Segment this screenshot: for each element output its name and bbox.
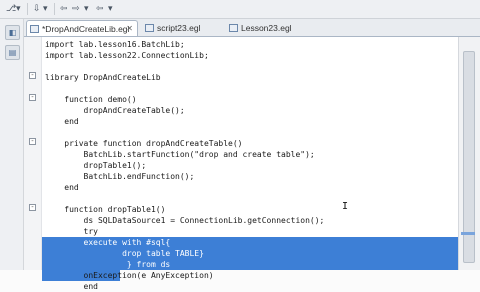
code-line[interactable]: end [42,281,458,292]
code-line[interactable] [42,193,458,204]
download-dropdown-icon[interactable]: ▾ [43,3,48,15]
code-line[interactable]: BatchLib.endFunction(); [42,171,458,182]
fold-toggle-icon[interactable]: - [29,138,36,145]
left-view-strip: ◧ ▤ [0,19,24,270]
code-line[interactable] [42,61,458,72]
history-back-icon[interactable]: ⇦ [96,3,104,15]
code-line[interactable]: import lab.lesson16.BatchLib; [42,39,458,50]
egl-file-icon [145,24,154,32]
download-icon[interactable]: ⇩ [33,3,41,15]
fold-toggle-icon[interactable]: - [29,94,36,101]
tab-lesson23[interactable]: Lesson23.egl [226,20,306,36]
code-line[interactable] [42,127,458,138]
back-arrow-icon[interactable]: ⇦ [60,3,68,15]
run-icon[interactable]: ⎇ [6,3,16,15]
tab-label: Lesson23.egl [241,23,292,33]
fold-toggle-icon[interactable]: - [29,72,36,79]
code-line[interactable]: onException(e AnyException) [42,270,458,281]
code-line[interactable]: dropTable1(); [42,160,458,171]
run-dropdown-icon[interactable]: ▾ [16,3,21,15]
egl-file-icon [30,25,39,33]
forward-dropdown-icon[interactable]: ▾ [84,3,89,15]
code-line[interactable]: drop table TABLE} [42,248,458,259]
fold-toggle-icon[interactable]: - [29,204,36,211]
editor-gutter: - - - - [24,37,42,270]
outline-view-icon[interactable]: ▤ [5,45,20,60]
toolbar-separator [54,3,55,15]
code-line[interactable]: ds SQLDataSource1 = ConnectionLib.getCon… [42,215,458,226]
history-dropdown-icon[interactable]: ▾ [108,3,113,15]
code-line[interactable]: library DropAndCreateLib [42,72,458,83]
main-toolbar: ⎇ ▾ ⇩ ▾ ⇦ ⇨ ▾ ⇦ ▾ [0,0,480,19]
editor-tab-bar: *DropAndCreateLib.egl ✕ script23.egl Les… [24,19,480,37]
code-editor[interactable]: - - - - import lab.lesson16.BatchLib; imp… [24,37,458,291]
tab-script23[interactable]: script23.egl [142,20,220,36]
code-line[interactable]: function demo() [42,94,458,105]
code-line[interactable]: dropAndCreateTable(); [42,105,458,116]
tab-dropandcreatelib[interactable]: *DropAndCreateLib.egl ✕ [26,20,138,36]
code-line[interactable]: end [42,116,458,127]
code-line[interactable]: end [42,182,458,193]
egl-file-icon [229,24,238,32]
tab-label: *DropAndCreateLib.egl [42,24,130,34]
text-cursor: I [342,201,349,212]
code-line[interactable]: BatchLib.startFunction("drop and create … [42,149,458,160]
code-line[interactable]: import lab.lesson22.ConnectionLib; [42,50,458,61]
code-line[interactable]: execute with #sql{ [42,237,458,248]
close-icon[interactable]: ✕ [126,21,133,37]
toolbar-separator [27,3,28,15]
vertical-scrollbar[interactable] [458,37,480,270]
code-line[interactable]: try [42,226,458,237]
tab-label: script23.egl [157,23,201,33]
code-line[interactable]: } from ds [42,259,458,270]
code-line[interactable]: function dropTable1() [42,204,458,215]
restore-view-icon[interactable]: ◧ [5,25,20,40]
forward-arrow-icon[interactable]: ⇨ [72,3,80,15]
code-line[interactable]: private function dropAndCreateTable() [42,138,458,149]
selection-marker [461,232,475,235]
code-line[interactable] [42,83,458,94]
